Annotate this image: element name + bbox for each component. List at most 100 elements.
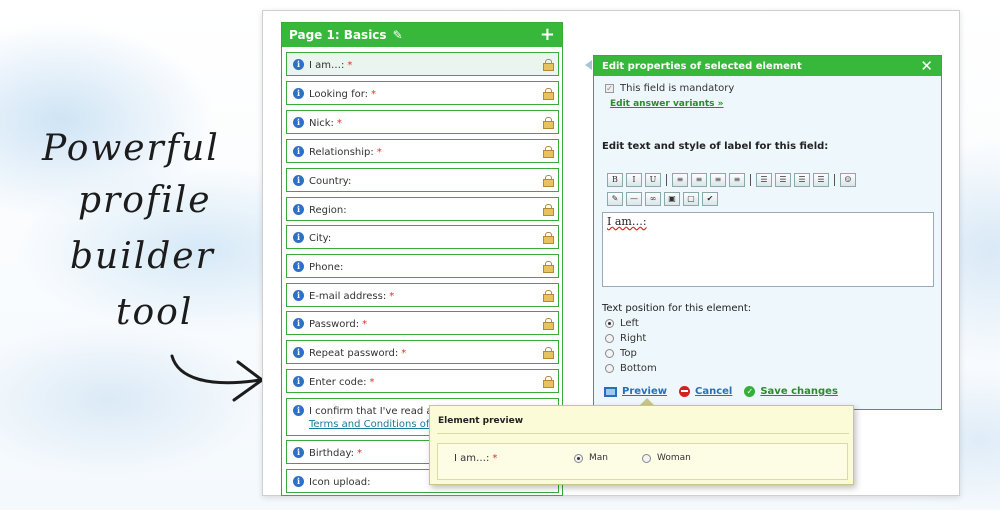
field-label-text: Icon upload: — [309, 477, 371, 488]
field-row[interactable]: i City: — [286, 225, 559, 249]
preview-option-man-label: Man — [589, 453, 608, 463]
check-icon: ✓ — [744, 386, 756, 397]
action-bar: Preview Cancel ✓ Save changes — [604, 386, 850, 397]
info-icon[interactable]: i — [293, 232, 304, 243]
label-editor[interactable]: I am…: — [602, 212, 934, 287]
toolbar-button[interactable]: B — [607, 173, 623, 187]
toolbar-button[interactable]: ∞ — [645, 192, 661, 206]
field-row[interactable]: i Country: — [286, 168, 559, 192]
panel-pointer — [585, 60, 592, 70]
info-icon[interactable]: i — [293, 59, 304, 70]
toolbar-button[interactable]: ☰ — [775, 173, 791, 187]
required-mark: * — [389, 291, 395, 302]
radio-top[interactable] — [605, 349, 614, 358]
field-row[interactable]: i Nick: * — [286, 110, 559, 134]
info-icon[interactable]: i — [293, 117, 304, 128]
field-label-text: Relationship: — [309, 147, 374, 158]
toolbar-button[interactable]: ▣ — [664, 192, 680, 206]
field-label-text: Birthday: — [309, 448, 355, 459]
info-icon[interactable]: i — [293, 447, 304, 458]
edit-answer-variants-link[interactable]: Edit answer variants » — [610, 99, 724, 109]
toolbar-button[interactable]: ✎ — [607, 192, 623, 206]
lock-icon — [543, 59, 554, 71]
lock-icon — [543, 117, 554, 129]
radio-left[interactable] — [605, 319, 614, 328]
lock-icon — [543, 290, 554, 302]
toolbar-button[interactable]: — — [626, 192, 642, 206]
preview-action[interactable]: Preview — [604, 386, 667, 397]
field-label: Birthday: * — [309, 447, 362, 460]
mandatory-checkbox[interactable]: ✓ — [605, 84, 614, 93]
toolbar-button[interactable]: ≡ — [672, 173, 688, 187]
toolbar-button[interactable]: ☰ — [794, 173, 810, 187]
preview-option-man[interactable]: Man — [574, 453, 608, 463]
lock-icon — [543, 175, 554, 187]
info-icon[interactable]: i — [293, 261, 304, 272]
field-row[interactable]: i Phone: — [286, 254, 559, 278]
cancel-action[interactable]: Cancel — [679, 386, 732, 397]
info-icon[interactable]: i — [293, 376, 304, 387]
style-section-title: Edit text and style of label for this fi… — [602, 141, 829, 152]
cancel-link[interactable]: Cancel — [695, 386, 732, 397]
toolbar-button[interactable]: ✔ — [702, 192, 718, 206]
terms-link[interactable]: Terms and Conditions of Me — [309, 419, 447, 430]
field-row[interactable]: i Looking for: * — [286, 81, 559, 105]
field-row[interactable]: i Region: — [286, 197, 559, 221]
toolbar-button[interactable]: ☰ — [813, 173, 829, 187]
radio-man[interactable] — [574, 453, 583, 463]
save-action[interactable]: ✓ Save changes — [744, 386, 838, 397]
lock-icon — [543, 232, 554, 244]
mandatory-row[interactable]: ✓ This field is mandatory — [605, 83, 734, 94]
close-icon[interactable]: ✕ — [920, 58, 933, 74]
field-label-text: City: — [309, 233, 332, 244]
toolbar-button[interactable]: ☺ — [840, 173, 856, 187]
page-title: Page 1: Basics — [289, 28, 387, 42]
info-icon[interactable]: i — [293, 318, 304, 329]
info-icon[interactable]: i — [293, 175, 304, 186]
toolbar-button[interactable]: ☰ — [756, 173, 772, 187]
field-row[interactable]: i Relationship: * — [286, 139, 559, 163]
cancel-icon — [679, 386, 691, 397]
field-label: Password: * — [309, 318, 367, 331]
field-row[interactable]: i Enter code: * — [286, 369, 559, 393]
position-left[interactable]: Left — [605, 318, 639, 329]
field-label: Repeat password: * — [309, 347, 406, 360]
info-icon[interactable]: i — [293, 405, 304, 416]
field-row[interactable]: i I am…: * — [286, 52, 559, 76]
toolbar-button[interactable]: ≡ — [691, 173, 707, 187]
info-icon[interactable]: i — [293, 347, 304, 358]
add-page-icon[interactable]: + — [540, 26, 555, 44]
toolbar-button[interactable]: I — [626, 173, 642, 187]
radio-right[interactable] — [605, 334, 614, 343]
toolbar-button[interactable]: U — [645, 173, 661, 187]
toolbar-button[interactable]: ▢ — [683, 192, 699, 206]
preview-option-woman[interactable]: Woman — [642, 453, 691, 463]
info-icon[interactable]: i — [293, 88, 304, 99]
tagline-line-1: Powerful — [42, 128, 220, 169]
info-icon[interactable]: i — [293, 204, 304, 215]
info-icon[interactable]: i — [293, 146, 304, 157]
required-mark: * — [401, 348, 407, 359]
radio-bottom[interactable] — [605, 364, 614, 373]
toolbar-button[interactable]: ≡ — [710, 173, 726, 187]
field-label: Phone: — [309, 261, 343, 274]
radio-woman[interactable] — [642, 453, 651, 463]
preview-link[interactable]: Preview — [622, 386, 667, 397]
preview-label-text: I am…: — [454, 453, 490, 464]
field-label-text: Repeat password: — [309, 348, 399, 359]
required-mark: * — [357, 448, 363, 459]
field-row[interactable]: i E-mail address: * — [286, 283, 559, 307]
info-icon[interactable]: i — [293, 476, 304, 487]
position-bottom[interactable]: Bottom — [605, 363, 657, 374]
field-label-text: E-mail address: — [309, 291, 387, 302]
lock-icon — [543, 347, 554, 359]
position-right[interactable]: Right — [605, 333, 646, 344]
field-row[interactable]: i Password: * — [286, 311, 559, 335]
pencil-icon[interactable]: ✎ — [393, 28, 403, 42]
toolbar-button[interactable]: ≡ — [729, 173, 745, 187]
required-mark: * — [376, 147, 382, 158]
position-top[interactable]: Top — [605, 348, 637, 359]
save-changes-link[interactable]: Save changes — [760, 386, 838, 397]
info-icon[interactable]: i — [293, 290, 304, 301]
field-row[interactable]: i Repeat password: * — [286, 340, 559, 364]
